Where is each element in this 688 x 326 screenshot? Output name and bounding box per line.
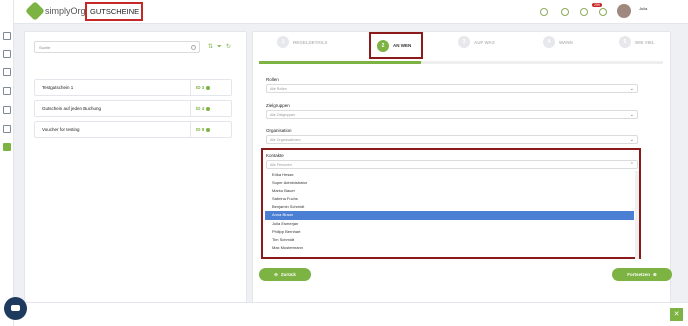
- page-title: GUTSCHEINE: [85, 2, 143, 21]
- calendar-icon[interactable]: [3, 50, 11, 58]
- step-wie-viel[interactable]: 5 WIE VIEL: [619, 36, 655, 48]
- lightbulb-icon[interactable]: [540, 8, 548, 16]
- step-wann[interactable]: 4 WANN: [543, 36, 573, 48]
- zielgruppen-select[interactable]: Alle Zielgruppen ⌄: [266, 110, 638, 119]
- people-icon[interactable]: [3, 87, 11, 95]
- chevron-down-icon: ⌄: [629, 112, 634, 118]
- next-button-label: Fortsetzen: [627, 272, 650, 277]
- step-number: 2: [377, 39, 389, 52]
- voucher-id: ID 4: [190, 101, 231, 116]
- zielgruppen-placeholder: Alle Zielgruppen: [270, 113, 296, 117]
- arrow-right-icon: ⊕: [652, 271, 657, 277]
- step-regeldetails[interactable]: 1 REGELDETAILS: [277, 36, 327, 48]
- status-dot-icon: [206, 85, 211, 90]
- search-icon: [191, 45, 196, 50]
- dropdown-scrollbar[interactable]: [635, 171, 639, 259]
- contact-option[interactable]: Super Administrator: [265, 179, 634, 187]
- contacts-dropdown: Erika Hesse Super Administrator Marko Ba…: [265, 171, 634, 259]
- step-number: 1: [277, 36, 289, 48]
- organisation-select[interactable]: Alle Organisationen ⌄: [266, 135, 638, 144]
- close-icon[interactable]: ✕: [670, 308, 683, 321]
- refresh-icon[interactable]: ↻: [226, 44, 232, 50]
- rollen-label: Rollen: [266, 77, 279, 82]
- chevron-down-icon: ⌄: [629, 137, 634, 143]
- logo[interactable]: simplyOrg: [25, 1, 86, 21]
- voucher-list-panel: Suche ⇅ ⏷ ↻ Testgutschein 1 ID 3 Gutsche…: [24, 31, 247, 311]
- zielgruppen-label: Zielgruppen: [266, 103, 290, 108]
- search-placeholder: Suche: [39, 45, 51, 50]
- voucher-icon[interactable]: [3, 143, 11, 151]
- organisation-label: Organisation: [266, 128, 292, 133]
- voucher-list: Testgutschein 1 ID 3 Gutschein auf jeden…: [34, 79, 232, 142]
- contact-option[interactable]: Philipp Bernhart: [265, 228, 634, 236]
- voucher-id: ID 3: [190, 80, 231, 95]
- document-icon[interactable]: [3, 125, 11, 133]
- voucher-item[interactable]: Testgutschein 1 ID 3: [34, 79, 232, 96]
- wizard-steps: 1 REGELDETAILS 2 AN WEN 3 AUF WAS 4 WANN…: [253, 32, 672, 59]
- contact-option[interactable]: Julia Esmerjan: [265, 220, 634, 228]
- voucher-name: Gutschein auf jeden Buchung: [42, 106, 102, 111]
- contact-option[interactable]: Marko Bauer: [265, 187, 634, 195]
- organisation-placeholder: Alle Organisationen: [270, 138, 301, 142]
- rollen-select[interactable]: Alle Rollen ⌄: [266, 84, 638, 93]
- step-number: 4: [543, 36, 555, 48]
- contact-option[interactable]: Max Mustermann: [265, 244, 634, 252]
- back-button-label: Zurück: [280, 272, 296, 277]
- dashboard-icon[interactable]: [3, 32, 11, 40]
- contact-option[interactable]: Sabrina Fuchs: [265, 195, 634, 203]
- step-label: REGELDETAILS: [293, 39, 328, 45]
- chat-icon[interactable]: [4, 297, 27, 320]
- filter-icon[interactable]: ⏷: [217, 44, 223, 50]
- bottom-bar: [14, 302, 688, 326]
- rollen-placeholder: Alle Rollen: [270, 87, 287, 91]
- left-rail: [0, 0, 14, 326]
- search-input[interactable]: Suche: [34, 41, 200, 53]
- step-number: 5: [619, 36, 631, 48]
- contact-option[interactable]: Erika Hesse: [265, 171, 634, 179]
- back-button[interactable]: ⊖ Zurück: [259, 268, 311, 281]
- arrow-left-icon: ⊖: [274, 271, 278, 277]
- step-label: AUF WAS: [474, 39, 495, 45]
- step-number: 3: [458, 36, 470, 48]
- help-icon[interactable]: [599, 8, 607, 16]
- notification-badge: 299: [592, 3, 602, 7]
- step-an-wen[interactable]: 2 AN WEN: [369, 32, 424, 59]
- voucher-name: Voucher for testing: [42, 127, 80, 132]
- contact-option[interactable]: Benjamin Schmidt: [265, 203, 634, 211]
- avatar[interactable]: [617, 4, 631, 18]
- voucher-id: ID 8: [190, 122, 231, 137]
- building-icon[interactable]: [3, 68, 11, 76]
- logo-mark-icon: [25, 1, 45, 21]
- contact-option[interactable]: Tim Schmidt: [265, 236, 634, 244]
- info-icon[interactable]: [561, 8, 569, 16]
- step-label: AN WEN: [393, 43, 412, 48]
- top-bar: simplyOrg GUTSCHEINE 299 Julia: [14, 0, 688, 24]
- voucher-item[interactable]: Gutschein auf jeden Buchung ID 4: [34, 100, 232, 117]
- voucher-name: Testgutschein 1: [42, 85, 74, 90]
- voucher-item[interactable]: Voucher for testing ID 8: [34, 121, 232, 138]
- progress-fill: [259, 61, 421, 64]
- status-dot-icon: [206, 127, 211, 132]
- contact-option-selected[interactable]: Anna Braun: [265, 211, 634, 220]
- status-dot-icon: [206, 106, 211, 111]
- step-label: WANN: [559, 39, 573, 45]
- logo-text: simplyOrg: [45, 6, 86, 16]
- username[interactable]: Julia: [639, 6, 647, 11]
- sort-icon[interactable]: ⇅: [208, 44, 214, 50]
- chevron-down-icon: ⌄: [629, 86, 634, 92]
- progress-bar: [259, 61, 663, 64]
- next-button[interactable]: Fortsetzen ⊕: [612, 268, 672, 281]
- step-auf-was[interactable]: 3 AUF WAS: [458, 36, 495, 48]
- bell-icon[interactable]: [580, 8, 588, 16]
- megaphone-icon[interactable]: [3, 106, 11, 114]
- step-label: WIE VIEL: [635, 39, 655, 45]
